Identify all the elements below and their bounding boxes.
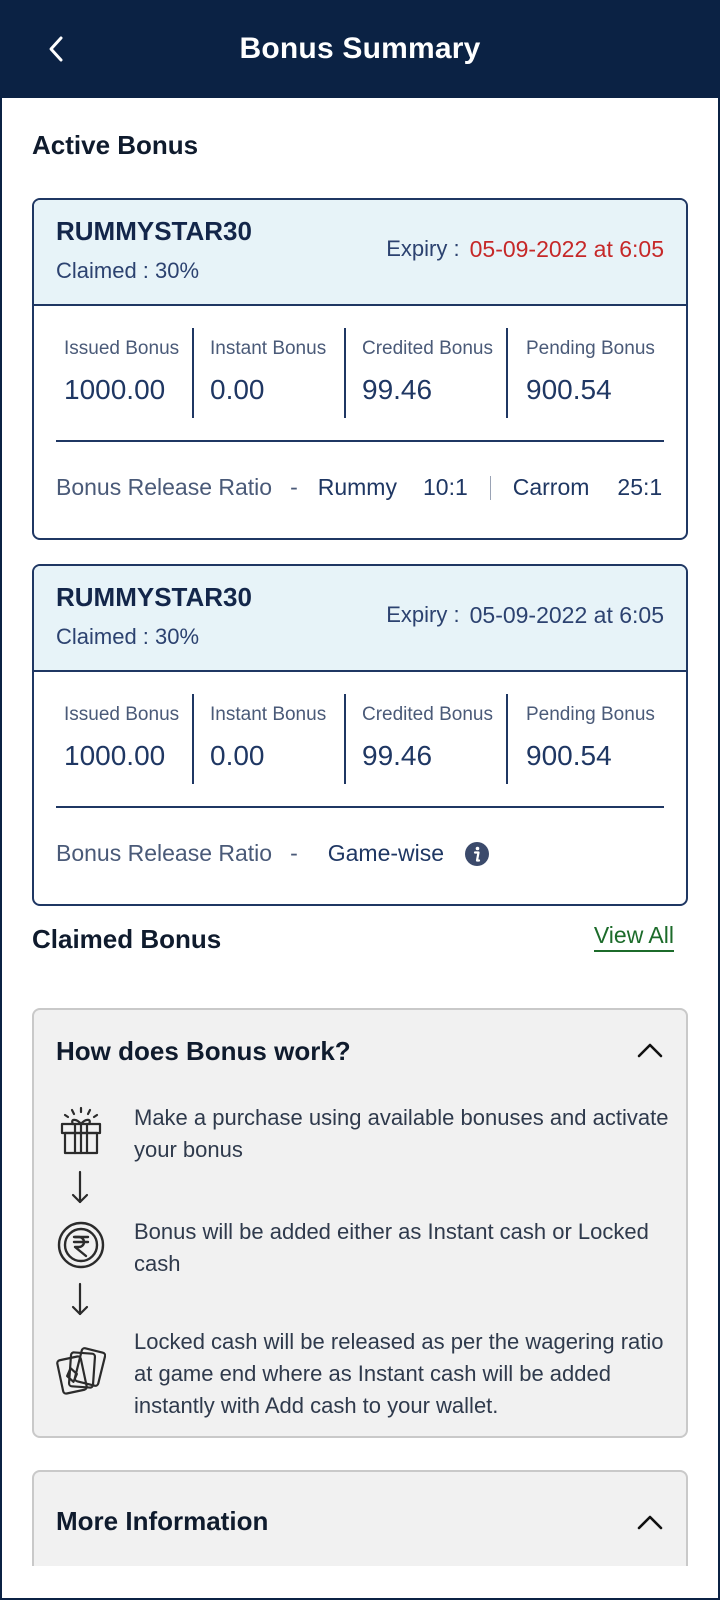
divider [489, 475, 491, 500]
stat-instant: Instant Bonus 0.00 [210, 338, 326, 406]
bonus-card-header: RUMMYSTAR30 Claimed : 30% Expiry : 05-09… [34, 566, 686, 672]
gift-icon [60, 1106, 102, 1155]
expiry-value: 05-09-2022 at 6:05 [469, 602, 664, 628]
info-button[interactable] [464, 841, 490, 867]
divider [56, 440, 664, 442]
bonus-code: RUMMYSTAR30 [56, 216, 252, 246]
stat-label: Issued Bonus [64, 338, 180, 359]
stat-label: Issued Bonus [64, 704, 180, 725]
stat-pending: Pending Bonus 900.54 [526, 338, 655, 406]
stat-pending: Pending Bonus 900.54 [526, 704, 655, 772]
arrow-down-icon [71, 1170, 89, 1204]
ratio-value: 25:1 [617, 474, 663, 500]
stat-value: 1000.00 [64, 740, 166, 771]
stat-issued: Issued Bonus 1000.00 [64, 704, 179, 772]
claimed-bonus-heading: Claimed Bonus [32, 924, 222, 954]
chevron-left-icon [49, 36, 63, 62]
divider [192, 328, 194, 418]
stat-credited: Credited Bonus 99.46 [362, 338, 493, 406]
expiry: Expiry : 05-09-2022 at 6:05 [386, 236, 664, 263]
app-header: Bonus Summary [0, 0, 720, 98]
stat-value: 900.54 [526, 374, 612, 405]
stat-credited: Credited Bonus 99.46 [362, 704, 493, 772]
ratio-game: Carrom [512, 474, 590, 500]
claimed-percent: Claimed : 30% [56, 258, 200, 283]
panel-title: More Information [56, 1506, 269, 1536]
bonus-stats: Issued Bonus 1000.00 Instant Bonus 0.00 … [34, 306, 686, 500]
bonus-card-header: RUMMYSTAR30 Claimed : 30% Expiry : 05-09… [34, 200, 686, 306]
info-icon [465, 841, 490, 866]
ratio-separator: - [290, 840, 298, 866]
ratio-gamewise: Game-wise [327, 840, 445, 866]
ratio-label: Bonus Release Ratio [56, 840, 273, 866]
ratio-value: 10:1 [422, 474, 468, 500]
stat-value: 0.00 [210, 740, 265, 771]
stat-label: Credited Bonus [362, 704, 493, 725]
stat-issued: Issued Bonus 1000.00 [64, 338, 179, 406]
how-bonus-works-panel: How does Bonus work? Make a purchase usi… [32, 1008, 688, 1438]
divider [506, 694, 508, 784]
active-bonus-heading: Active Bonus [32, 130, 199, 160]
more-information-panel: More Information [32, 1470, 688, 1580]
expiry-label: Expiry : [386, 236, 460, 261]
back-button[interactable] [36, 29, 76, 69]
divider [192, 694, 194, 784]
step-text: Make a purchase using available bonuses … [134, 1105, 669, 1162]
divider [506, 328, 508, 418]
playing-cards-icon [56, 1347, 106, 1395]
stat-label: Pending Bonus [526, 338, 655, 359]
chevron-up-icon[interactable] [634, 1034, 666, 1066]
stat-label: Pending Bonus [526, 704, 655, 725]
stat-label: Instant Bonus [210, 704, 327, 725]
release-ratio: Bonus Release Ratio - Game-wise [56, 840, 490, 867]
claimed-percent: Claimed : 30% [56, 624, 200, 649]
bottom-gap [0, 1566, 720, 1600]
release-ratio: Bonus Release Ratio - Rummy 10:1 Carrom … [56, 474, 662, 501]
ratio-game: Rummy [317, 474, 397, 500]
bonus-card[interactable]: RUMMYSTAR30 Claimed : 30% Expiry : 05-09… [32, 564, 688, 906]
arrow-down-icon [71, 1282, 89, 1316]
divider [344, 694, 346, 784]
expiry: Expiry : 05-09-2022 at 6:05 [386, 602, 664, 629]
divider [56, 806, 664, 808]
expiry-label: Expiry : [386, 602, 460, 627]
ratio-separator: - [290, 474, 298, 500]
step-text: Bonus will be added either as Instant ca… [134, 1219, 649, 1276]
divider [344, 328, 346, 418]
panel-title: How does Bonus work? [56, 1036, 351, 1066]
stat-value: 99.46 [362, 740, 433, 771]
stat-value: 1000.00 [64, 374, 166, 405]
bonus-stats: Issued Bonus 1000.00 Instant Bonus 0.00 … [34, 672, 686, 866]
stat-label: Instant Bonus [210, 338, 327, 359]
step-text: Locked cash will be released as per the … [134, 1329, 664, 1418]
stat-value: 99.46 [362, 374, 433, 405]
bonus-code: RUMMYSTAR30 [56, 582, 252, 612]
view-all-link[interactable]: View All [593, 922, 674, 952]
rupee-coin-icon [57, 1221, 105, 1269]
stat-instant: Instant Bonus 0.00 [210, 704, 326, 772]
stat-label: Credited Bonus [362, 338, 493, 359]
bonus-card[interactable]: RUMMYSTAR30 Claimed : 30% Expiry : 05-09… [32, 198, 688, 540]
ratio-label: Bonus Release Ratio [56, 474, 273, 500]
stat-value: 0.00 [210, 374, 265, 405]
expiry-value: 05-09-2022 at 6:05 [469, 236, 664, 262]
chevron-up-icon[interactable] [634, 1506, 666, 1538]
page-title: Bonus Summary [239, 32, 481, 65]
stat-value: 900.54 [526, 740, 612, 771]
